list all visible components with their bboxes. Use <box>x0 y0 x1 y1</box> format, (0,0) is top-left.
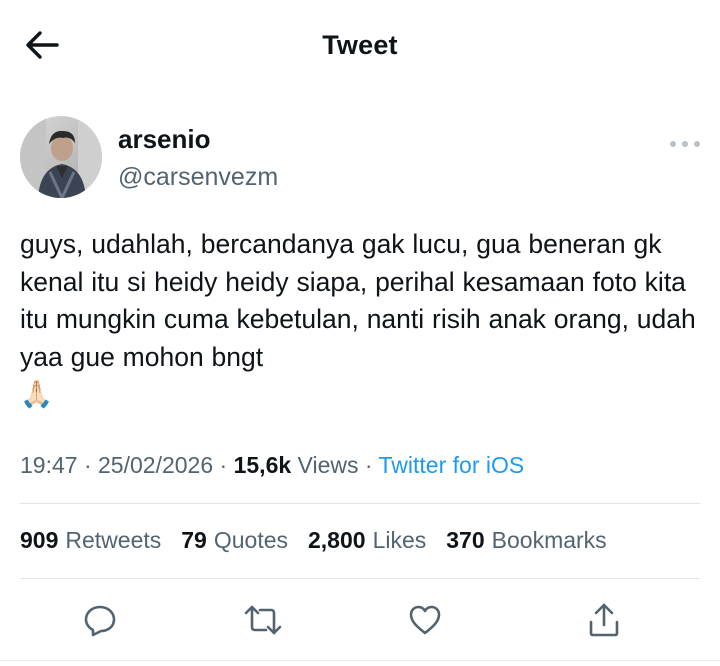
likes-label: Likes <box>372 527 427 553</box>
more-dot-icon <box>682 141 688 147</box>
avatar[interactable] <box>20 116 102 198</box>
meta-separator: · <box>364 452 373 478</box>
tweet-time[interactable]: 19:47 <box>20 452 78 478</box>
more-dot-icon <box>694 141 700 147</box>
divider <box>20 578 700 579</box>
more-dot-icon <box>670 141 676 147</box>
views-label: Views <box>297 452 359 478</box>
tweet-actions <box>0 598 720 642</box>
retweet-button[interactable] <box>241 598 285 642</box>
retweets-stat[interactable]: 909 Retweets <box>20 527 161 554</box>
tweet-meta: 19:47 · 25/02/2026 · 15,6k Views · Twitt… <box>20 452 524 479</box>
bookmarks-stat[interactable]: 370 Bookmarks <box>446 527 606 554</box>
reply-icon <box>84 605 116 637</box>
display-name[interactable]: arsenio <box>118 124 211 155</box>
heart-icon <box>409 605 441 635</box>
bookmarks-count: 370 <box>446 527 485 553</box>
reply-button[interactable] <box>78 598 122 642</box>
bookmarks-label: Bookmarks <box>491 527 607 553</box>
likes-stat[interactable]: 2,800 Likes <box>308 527 426 554</box>
user-handle[interactable]: @carsenvezm <box>118 163 278 192</box>
tweet-author: arsenio @carsenvezm <box>20 116 700 200</box>
quotes-count: 79 <box>181 527 207 553</box>
likes-count: 2,800 <box>308 527 366 553</box>
page-title: Tweet <box>322 30 398 60</box>
quotes-stat[interactable]: 79 Quotes <box>181 527 288 554</box>
top-bar: Tweet <box>0 0 720 92</box>
tweet-date[interactable]: 25/02/2026 <box>98 452 213 478</box>
share-button[interactable] <box>582 598 626 642</box>
tweet-text: guys, udahlah, bercandanya gak lucu, gua… <box>20 229 696 409</box>
share-icon <box>589 603 619 637</box>
tweet-stats: 909 Retweets 79 Quotes 2,800 Likes 370 Bookm… <box>20 527 607 554</box>
meta-separator: · <box>83 452 92 478</box>
like-button[interactable] <box>403 598 447 642</box>
meta-separator: · <box>219 452 228 478</box>
retweets-label: Retweets <box>65 527 162 553</box>
views-count: 15,6k <box>233 452 292 478</box>
retweets-count: 909 <box>20 527 59 553</box>
quotes-label: Quotes <box>213 527 288 553</box>
bottom-border <box>0 660 720 661</box>
profile-photo <box>20 116 102 198</box>
divider <box>20 503 700 504</box>
tweet-source-link[interactable]: Twitter for iOS <box>379 452 525 478</box>
retweet-icon <box>244 605 282 635</box>
more-options-button[interactable] <box>670 134 700 154</box>
